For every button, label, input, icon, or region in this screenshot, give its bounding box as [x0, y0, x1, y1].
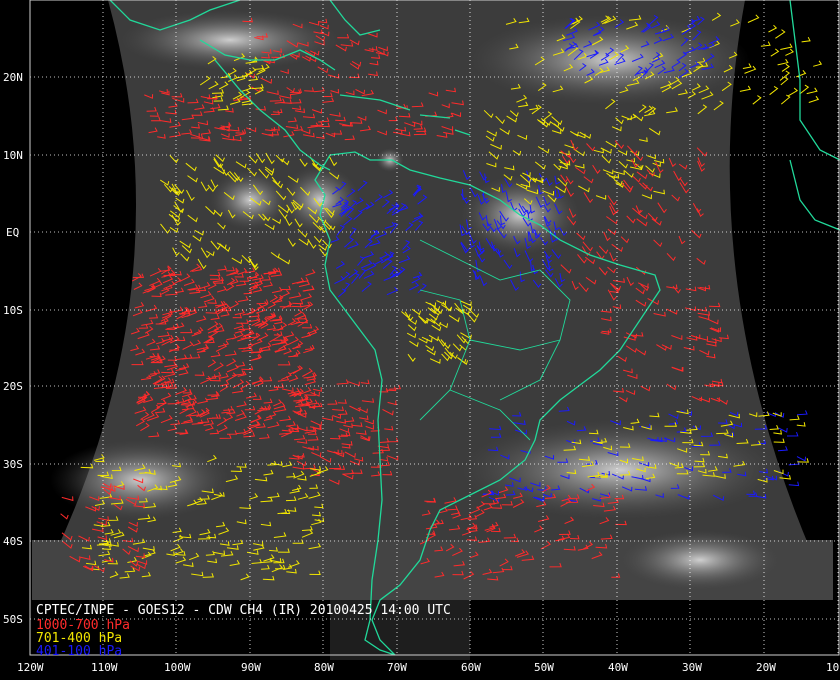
lat-label-20s: 20S — [3, 380, 23, 393]
lat-label-10n: 10N — [3, 149, 23, 162]
lat-label-40s: 40S — [3, 535, 23, 548]
lon-label-80w: 80W — [314, 661, 334, 674]
lon-label-30w: 30W — [682, 661, 702, 674]
lat-label-30s: 30S — [3, 458, 23, 471]
lon-label-100w: 100W — [164, 661, 191, 674]
lon-label-50w: 50W — [534, 661, 554, 674]
lat-label-50s: 50S — [3, 613, 23, 626]
map-caption: CPTEC/INPE - GOES12 - CDW CH4 (IR) 20100… — [36, 603, 451, 618]
lon-label-90w: 90W — [241, 661, 261, 674]
lon-label-20w: 20W — [756, 661, 776, 674]
lat-label-eq: EQ — [6, 226, 19, 239]
lon-label-10: 10 — [826, 661, 839, 674]
lat-label-10s: 10S — [3, 304, 23, 317]
lon-label-40w: 40W — [608, 661, 628, 674]
lon-label-110w: 110W — [91, 661, 118, 674]
lat-label-20n: 20N — [3, 71, 23, 84]
lon-label-60w: 60W — [461, 661, 481, 674]
lon-label-70w: 70W — [387, 661, 407, 674]
satellite-wind-map: 20N 10N EQ 10S 20S 30S 40S 50S 120W 110W… — [0, 0, 840, 680]
lon-label-120w: 120W — [17, 661, 44, 674]
legend-high-level: 401-100 hPa — [36, 644, 123, 659]
